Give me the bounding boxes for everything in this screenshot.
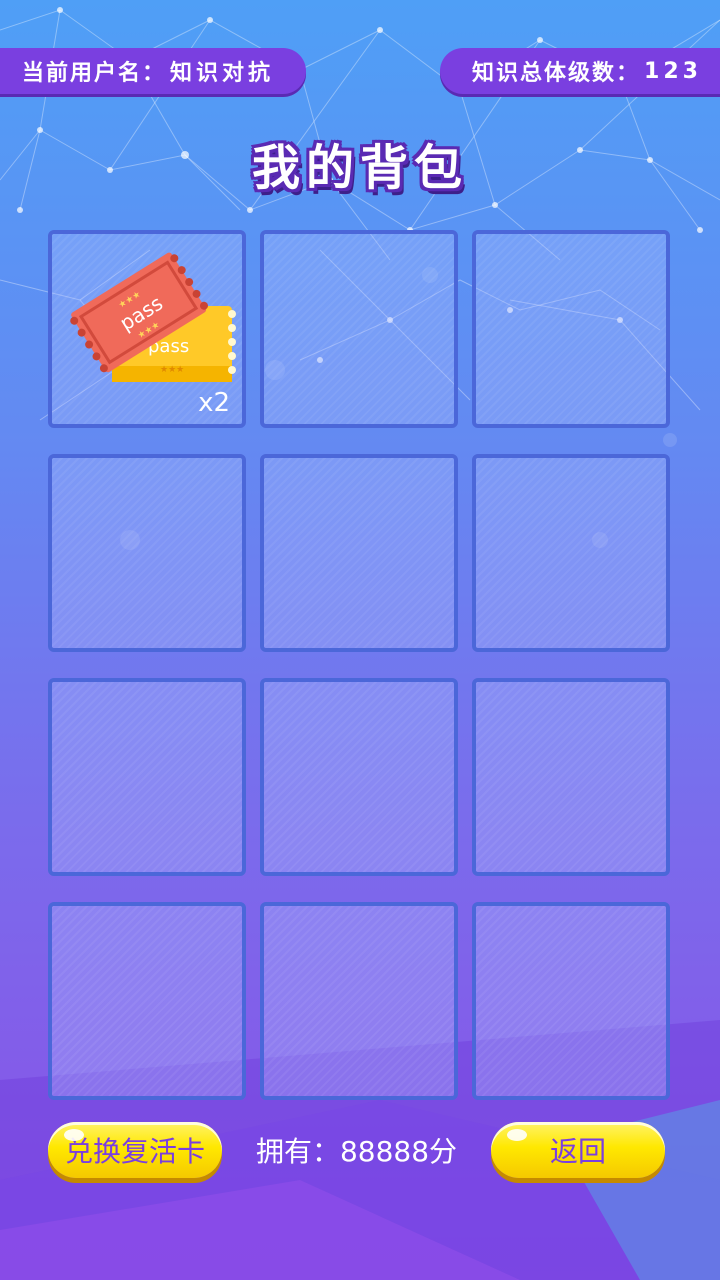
inventory-slot-9[interactable] [472,678,670,876]
user-name: 知识对抗 [170,61,275,86]
knowledge-level-badge: 知识总体级数： 123 [440,48,720,94]
inventory-slot-2[interactable] [260,230,458,428]
exchange-button-label: 兑换复活卡 [64,1135,205,1168]
inventory-slot-12[interactable] [472,902,670,1100]
back-button[interactable]: 返回 [491,1122,665,1178]
button-shine [64,1129,84,1141]
page-title: 我的背包 [251,140,468,196]
level-label: 知识总体级数： [472,61,641,86]
inventory-slot-8[interactable] [260,678,458,876]
svg-text:★★★: ★★★ [160,365,184,375]
inventory-grid: pass ★★★ pass ★★★ ★★★ x2 [48,230,670,1100]
inventory-slot-4[interactable] [48,454,246,652]
current-user-badge: 当前用户名： 知识对抗 [0,48,306,94]
inventory-slot-3[interactable] [472,230,670,428]
inventory-slot-7[interactable] [48,678,246,876]
user-label: 当前用户名： [22,61,167,86]
button-shine [507,1129,527,1141]
inventory-slot-5[interactable] [260,454,458,652]
inventory-slot-11[interactable] [260,902,458,1100]
owned-points: 拥有：88888分 [255,1135,458,1168]
back-button-label: 返回 [549,1135,606,1168]
item-count: x2 [198,388,230,418]
exchange-revive-card-button[interactable]: 兑换复活卡 [48,1122,222,1178]
level-value: 123 [644,58,702,84]
inventory-slot-6[interactable] [472,454,670,652]
inventory-slot-1[interactable]: pass ★★★ pass ★★★ ★★★ x2 [48,230,246,428]
inventory-slot-10[interactable] [48,902,246,1100]
